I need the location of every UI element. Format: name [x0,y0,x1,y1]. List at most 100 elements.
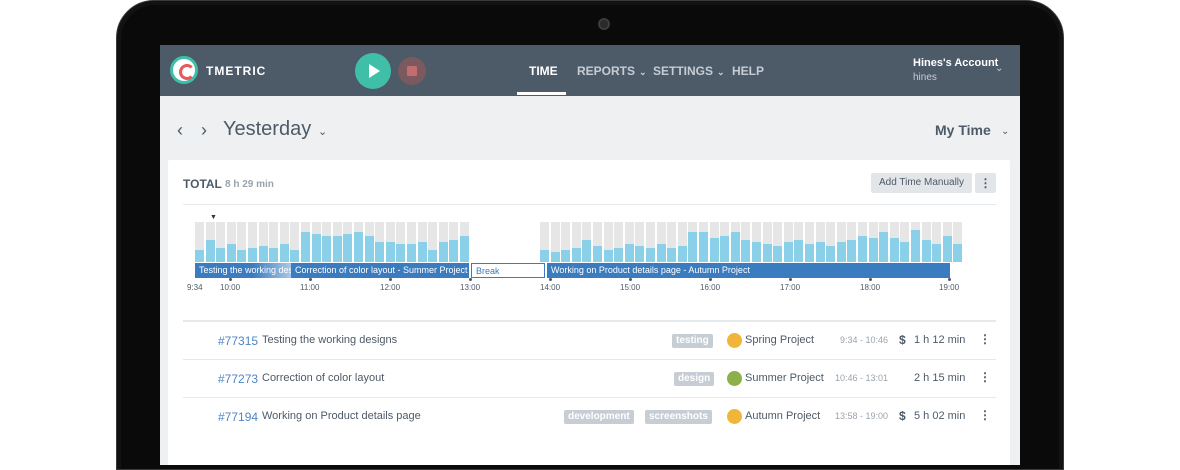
date-chevron-down-icon[interactable]: ⌄ [318,125,327,138]
account-chevron-down-icon[interactable]: ⌄ [995,63,1003,74]
next-day-icon[interactable]: › [201,120,207,141]
timeline-segment[interactable]: Working on Product details page - Autumn… [547,263,950,278]
morning-activity-bar[interactable] [216,248,226,262]
tag-badge[interactable]: design [674,372,715,386]
afternoon-activity-bar[interactable] [953,244,963,262]
morning-activity-bar[interactable] [301,232,310,262]
afternoon-activity-bar[interactable] [805,244,814,262]
previous-day-icon[interactable]: ‹ [177,120,183,141]
view-chevron-down-icon[interactable]: ⌄ [1001,126,1009,137]
afternoon-activity-bar[interactable] [709,238,719,262]
afternoon-activity-bar[interactable] [794,240,804,262]
afternoon-activity-bar[interactable] [752,242,761,262]
afternoon-activity-bar[interactable] [942,236,952,262]
morning-activity-bar[interactable] [375,242,385,262]
afternoon-activity-bar[interactable] [593,246,602,262]
afternoon-activity-bar[interactable] [932,244,942,262]
afternoon-activity-bar[interactable] [911,230,920,262]
afternoon-activity-bar[interactable] [826,246,836,262]
morning-activity-bar[interactable] [226,244,236,262]
afternoon-activity-bar[interactable] [836,242,846,262]
entry-description[interactable]: Testing the working designs [262,334,397,346]
billable-icon[interactable]: $ [899,409,906,423]
afternoon-activity-bar[interactable] [868,238,878,262]
timeline-segment[interactable]: Testing the working designs [195,263,291,278]
time-entry-row[interactable]: #77315 Testing the working designs testi… [183,321,996,359]
afternoon-activity-bar[interactable] [603,250,613,262]
morning-activity-bar[interactable] [449,240,459,262]
morning-activity-bar[interactable] [290,250,300,262]
morning-activity-bar[interactable] [364,236,374,262]
morning-activity-bar[interactable] [258,246,268,262]
entry-duration[interactable]: 1 h 12 min [914,334,965,346]
nav-settings[interactable]: SETTINGS ⌄ [653,64,725,78]
brand-name[interactable]: TMETRIC [206,64,266,78]
project-name[interactable]: Summer Project [745,372,824,384]
nav-help[interactable]: HELP [732,64,764,78]
afternoon-activity-bar[interactable] [815,242,825,262]
date-selector[interactable]: Yesterday [223,118,311,141]
task-id-link[interactable]: #77194 [218,410,258,424]
morning-activity-bar[interactable] [428,250,438,262]
afternoon-activity-bar[interactable] [540,250,549,262]
afternoon-activity-bar[interactable] [656,244,666,262]
morning-activity-bar[interactable] [311,234,321,262]
tag-badge[interactable]: screenshots [645,410,712,424]
morning-activity-bar[interactable] [237,250,247,262]
task-id-link[interactable]: #77273 [218,372,258,386]
time-entry-row[interactable]: #77273 Correction of color layout design… [183,359,996,397]
morning-activity-bar[interactable] [354,232,363,262]
tmetric-logo-icon[interactable] [170,56,198,84]
entry-description[interactable]: Correction of color layout [262,372,384,384]
activity-timeline[interactable]: ▼ Testing the working designs Correction… [187,214,963,295]
morning-activity-bar[interactable] [396,244,406,262]
project-name[interactable]: Autumn Project [745,410,820,422]
morning-activity-bar[interactable] [460,236,469,262]
morning-activity-bar[interactable] [322,236,332,262]
afternoon-activity-bar[interactable] [646,248,655,262]
afternoon-activity-bar[interactable] [730,232,740,262]
time-entry-row[interactable]: #77194 Working on Product details page d… [183,397,996,435]
afternoon-activity-bar[interactable] [550,252,560,262]
task-id-link[interactable]: #77315 [218,334,258,348]
stop-timer-button[interactable] [398,57,426,85]
morning-activity-bar[interactable] [279,244,289,262]
start-timer-button[interactable] [355,53,391,89]
afternoon-activity-bar[interactable] [614,248,624,262]
entry-duration[interactable]: 5 h 02 min [914,410,965,422]
afternoon-activity-bar[interactable] [858,236,867,262]
afternoon-activity-bar[interactable] [921,240,931,262]
project-name[interactable]: Spring Project [745,334,814,346]
time-range[interactable]: 9:34 - 10:46 [840,335,888,345]
add-time-manually-button[interactable]: Add Time Manually [871,173,972,193]
nav-reports[interactable]: REPORTS ⌄ [577,64,647,78]
time-range[interactable]: 13:58 - 19:00 [835,411,888,421]
afternoon-activity-bar[interactable] [677,246,687,262]
morning-activity-bar[interactable] [438,242,448,262]
afternoon-activity-bar[interactable] [571,248,581,262]
afternoon-activity-bar[interactable] [889,238,899,262]
afternoon-activity-bar[interactable] [624,244,634,262]
afternoon-activity-bar[interactable] [667,248,677,262]
afternoon-activity-bar[interactable] [582,240,592,262]
afternoon-activity-bar[interactable] [741,240,751,262]
timeline-segment[interactable]: Correction of color layout - Summer Proj… [291,263,469,278]
afternoon-activity-bar[interactable] [561,250,571,262]
afternoon-activity-bar[interactable] [762,244,772,262]
afternoon-activity-bar[interactable] [688,232,698,262]
morning-activity-bar[interactable] [269,248,279,262]
morning-activity-bar[interactable] [417,242,427,262]
time-range[interactable]: 10:46 - 13:01 [835,373,888,383]
entry-menu-icon[interactable]: ⋮ [979,408,991,422]
afternoon-activity-bar[interactable] [720,236,730,262]
afternoon-activity-bar[interactable] [900,242,910,262]
morning-activity-bar[interactable] [332,236,342,262]
view-selector[interactable]: My Time [935,122,991,138]
tag-badge[interactable]: development [564,410,634,424]
billable-icon[interactable]: $ [899,333,906,347]
tag-badge[interactable]: testing [672,334,713,348]
morning-activity-bar[interactable] [407,244,416,262]
afternoon-activity-bar[interactable] [847,240,857,262]
entry-menu-icon[interactable]: ⋮ [979,332,991,346]
afternoon-activity-bar[interactable] [879,232,889,262]
